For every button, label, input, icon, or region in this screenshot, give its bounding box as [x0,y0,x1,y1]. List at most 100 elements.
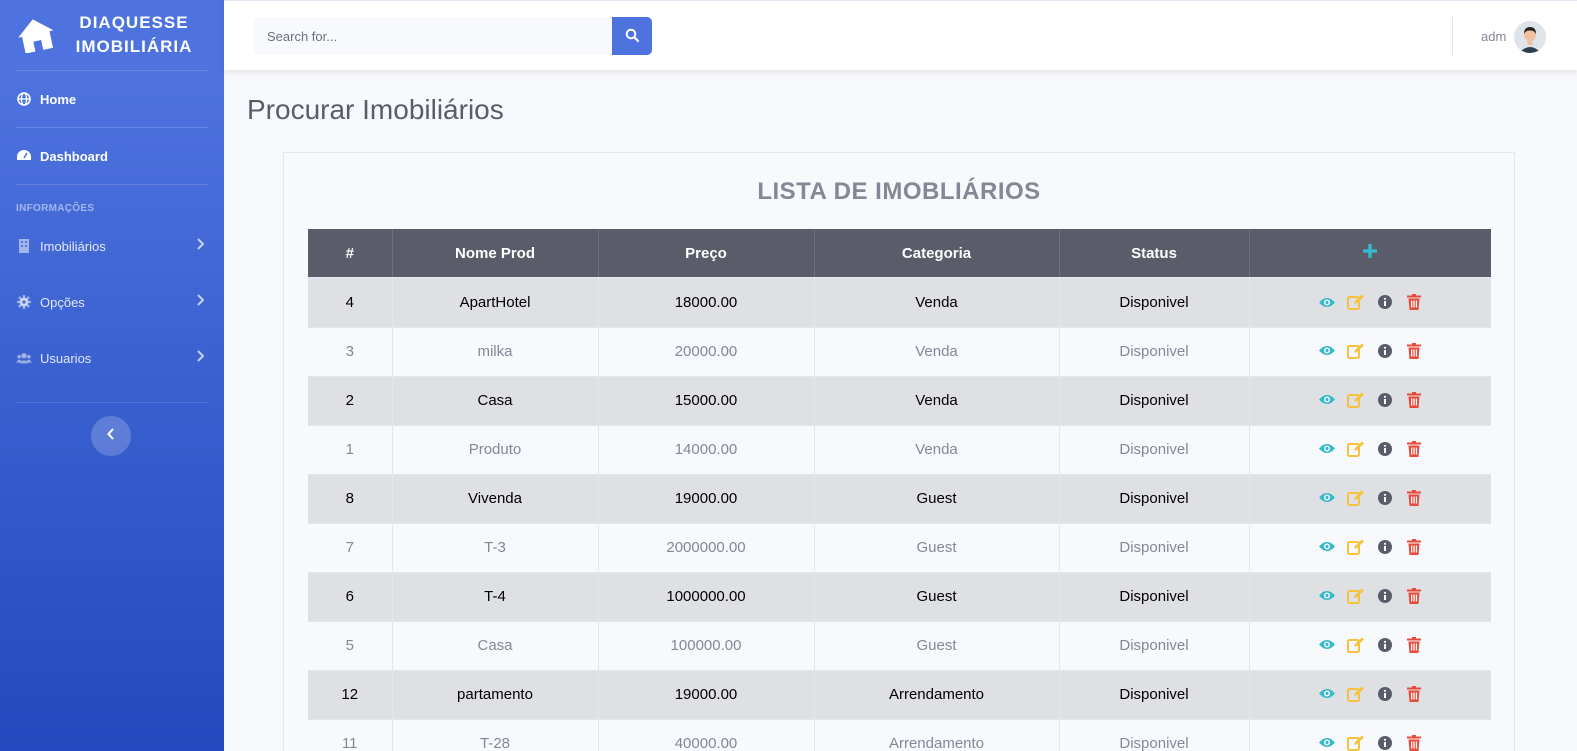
cell-name: milka [392,327,599,377]
cell-name: Produto [392,425,599,475]
cell-name: T-28 [392,719,599,751]
info-icon[interactable] [1376,391,1394,409]
trash-icon[interactable] [1405,587,1423,605]
view-icon[interactable] [1318,391,1336,409]
edit-icon[interactable] [1347,685,1365,703]
cell-category: Venda [814,425,1060,475]
cell-actions [1249,327,1491,377]
row-actions [1318,636,1423,654]
edit-icon[interactable] [1347,734,1365,751]
edit-icon[interactable] [1347,391,1365,409]
cell-id: 3 [308,327,393,377]
trash-icon[interactable] [1405,293,1423,311]
sidebar-item-home[interactable]: Home [0,71,224,127]
view-icon[interactable] [1318,636,1336,654]
edit-icon[interactable] [1347,636,1365,654]
row-actions [1318,489,1423,507]
user-name[interactable]: adm [1481,29,1506,44]
trash-icon[interactable] [1405,342,1423,360]
column-header-price: Preço [598,229,815,279]
info-icon[interactable] [1376,342,1394,360]
chevron-left-icon [107,427,115,445]
cell-status: Disponivel [1059,572,1250,622]
edit-icon[interactable] [1347,440,1365,458]
cell-price: 18000.00 [598,278,815,328]
cell-category: Venda [814,376,1060,426]
edit-icon[interactable] [1347,293,1365,311]
edit-icon[interactable] [1347,538,1365,556]
cell-actions [1249,572,1491,622]
trash-icon[interactable] [1405,538,1423,556]
cell-id: 5 [308,621,393,671]
cell-actions [1249,719,1491,751]
table-row: 4 ApartHotel 18000.00 Venda Disponivel [308,278,1491,328]
view-icon[interactable] [1318,587,1336,605]
info-icon[interactable] [1376,489,1394,507]
info-icon[interactable] [1376,685,1394,703]
cell-status: Disponivel [1059,376,1250,426]
info-icon[interactable] [1376,734,1394,751]
cell-actions [1249,474,1491,524]
cell-status: Disponivel [1059,425,1250,475]
trash-icon[interactable] [1405,391,1423,409]
view-icon[interactable] [1318,440,1336,458]
sidebar-item-opcoes[interactable]: Opções [0,274,224,330]
cell-id: 4 [308,278,393,328]
info-icon[interactable] [1376,440,1394,458]
view-icon[interactable] [1318,734,1336,751]
search-button[interactable] [612,17,652,55]
trash-icon[interactable] [1405,734,1423,751]
sidebar-item-label: Home [40,91,77,107]
search-input[interactable] [254,17,612,55]
row-actions [1318,734,1423,751]
row-actions [1318,440,1423,458]
view-icon[interactable] [1318,489,1336,507]
edit-icon[interactable] [1347,587,1365,605]
brand-line1: DIAQUESSE [79,13,189,32]
cell-actions [1249,376,1491,426]
table-row: 12 partamento 19000.00 Arrendamento Disponiv… [308,670,1491,720]
table-row: 6 T-4 1000000.00 Guest Disponivel [308,572,1491,622]
cell-name: T-3 [392,523,599,573]
sidebar-toggle-button[interactable] [91,416,131,456]
table-row: 8 Vivenda 19000.00 Guest Disponivel [308,474,1491,524]
info-icon[interactable] [1376,538,1394,556]
plus-icon [1362,243,1378,259]
cell-category: Guest [814,572,1060,622]
cell-actions [1249,278,1491,328]
cell-name: Vivenda [392,474,599,524]
row-actions [1318,538,1423,556]
brand[interactable]: DIAQUESSE IMOBILIÁRIA [0,0,224,70]
view-icon[interactable] [1318,685,1336,703]
sidebar-item-usuarios[interactable]: Usuarios [0,330,224,386]
view-icon[interactable] [1318,342,1336,360]
sidebar-item-label: Imobiliários [40,238,106,254]
search-form [254,17,652,55]
avatar[interactable] [1514,21,1546,53]
info-icon[interactable] [1376,293,1394,311]
edit-icon[interactable] [1347,489,1365,507]
trash-icon[interactable] [1405,636,1423,654]
sidebar-item-label: Dashboard [40,148,108,164]
sidebar-item-dashboard[interactable]: Dashboard [0,128,224,184]
table-row: 11 T-28 40000.00 Arrendamento Disponivel [308,719,1491,751]
add-button[interactable] [1249,229,1491,279]
view-icon[interactable] [1318,293,1336,311]
cell-category: Guest [814,523,1060,573]
cell-category: Guest [814,621,1060,671]
brand-text: DIAQUESSE IMOBILIÁRIA [74,11,194,59]
cell-price: 2000000.00 [598,523,815,573]
trash-icon[interactable] [1405,489,1423,507]
info-icon[interactable] [1376,636,1394,654]
cell-name: partamento [392,670,599,720]
row-actions [1318,342,1423,360]
row-actions [1318,685,1423,703]
cell-price: 20000.00 [598,327,815,377]
trash-icon[interactable] [1405,440,1423,458]
edit-icon[interactable] [1347,342,1365,360]
view-icon[interactable] [1318,538,1336,556]
cell-status: Disponivel [1059,719,1250,751]
sidebar-item-imobiliarios[interactable]: Imobiliários [0,218,224,274]
trash-icon[interactable] [1405,685,1423,703]
info-icon[interactable] [1376,587,1394,605]
